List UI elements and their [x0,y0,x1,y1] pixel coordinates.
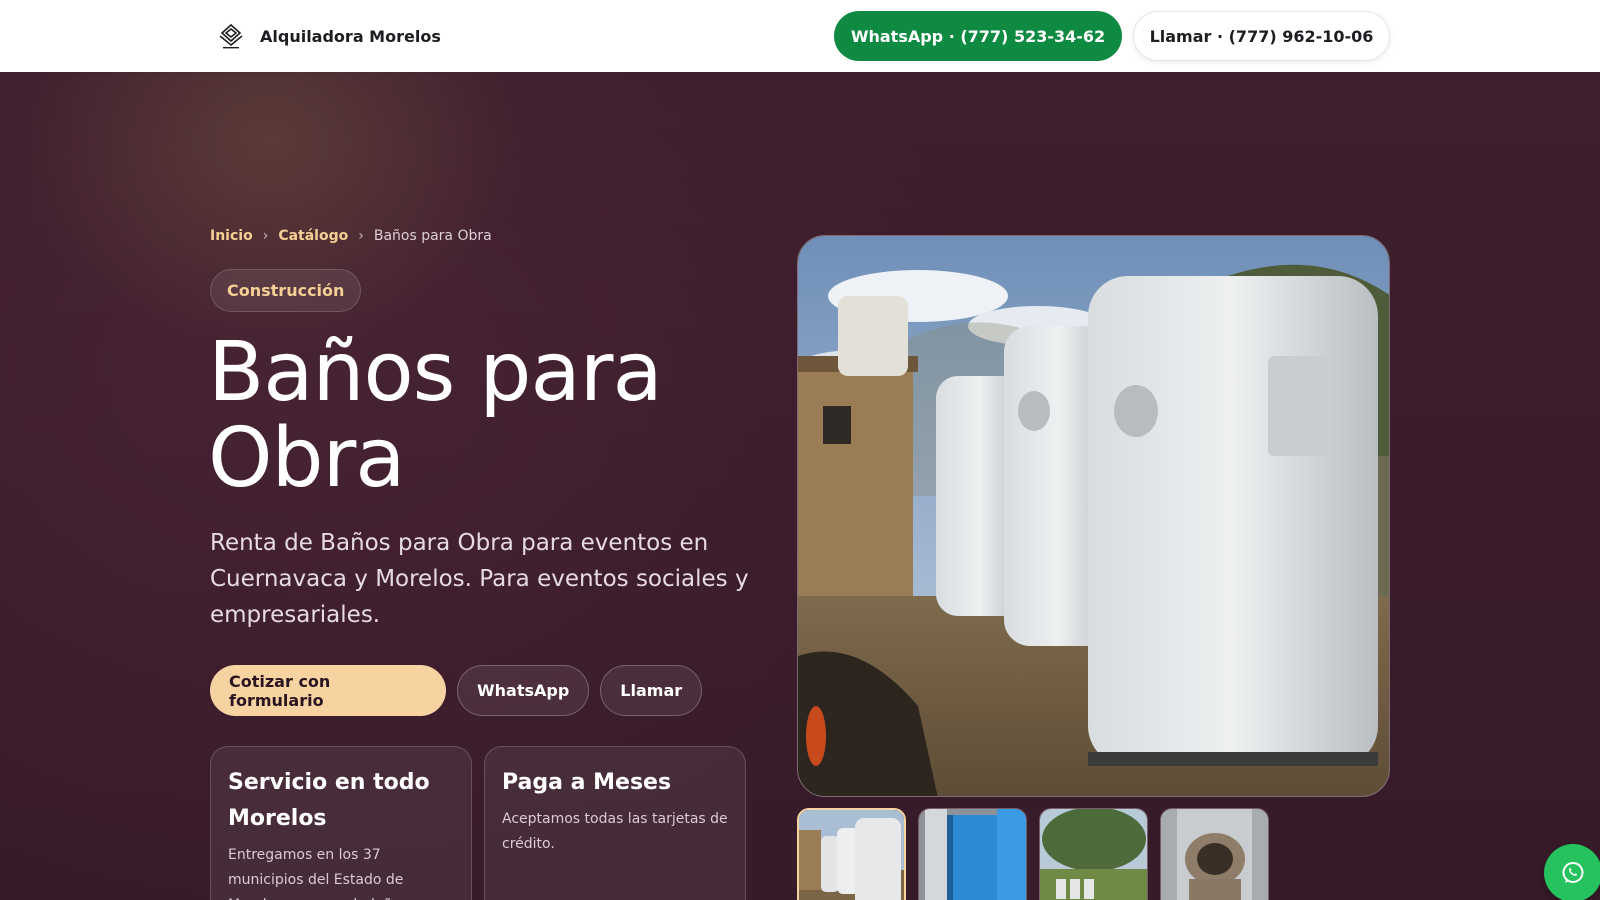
whatsapp-header-button[interactable]: WhatsApp · (777) 523-34-62 [834,11,1122,61]
whatsapp-floating-button[interactable] [1544,844,1600,900]
diamond-logo-icon [219,23,243,49]
quote-form-button[interactable]: Cotizar con formulario [210,665,446,716]
feature-card-coverage: Servicio en todo Morelos Entregamos en l… [210,746,472,900]
thumbnail-portable-toilets-row[interactable] [797,808,906,900]
call-button[interactable]: Llamar [600,665,703,716]
portable-toilets-photo [798,236,1389,796]
feature-card-text: Entregamos en los 37 municipios del Esta… [228,847,413,900]
feature-card-payment: Paga a Meses Aceptamos todas las tarjeta… [484,746,746,900]
thumbnail-image [1040,809,1147,900]
feature-card-title: Paga a Meses [502,770,672,795]
thumbnail-image [1161,809,1268,900]
thumbnail-blue-portable-toilet[interactable] [918,808,1027,900]
breadcrumb-separator: › [358,228,364,244]
whatsapp-button[interactable]: WhatsApp [457,665,590,716]
breadcrumb-separator: › [262,228,269,244]
hero-actions: Cotizar con formulario WhatsApp Llamar [210,665,703,716]
brand-name: Alquiladora Morelos [260,26,441,46]
thumbnail-gallery [797,808,1269,900]
call-header-button[interactable]: Llamar · (777) 962-10-06 [1133,11,1390,61]
product-main-image[interactable] [797,235,1390,797]
breadcrumb-home-link[interactable]: Inicio [210,228,253,244]
page-title: Baños para Obra [208,325,663,506]
thumbnail-toilets-outdoor-field[interactable] [1039,808,1148,900]
breadcrumb-catalog-link[interactable]: Catálogo [278,228,348,244]
breadcrumb-current: Baños para Obra [373,228,492,244]
brand[interactable]: Alquiladora Morelos [216,22,441,50]
category-tag: Construcción [210,269,362,312]
thumbnail-image [799,810,904,900]
whatsapp-icon [1562,862,1584,883]
feature-card-title: Servicio en todo Morelos [228,770,430,831]
breadcrumb: Inicio › Catálogo › Baños para Obra [210,228,492,244]
hero-description: Renta de Baños para Obra para eventos en… [210,530,749,628]
top-navbar: Alquiladora Morelos WhatsApp · (777) 523… [0,0,1600,72]
thumbnail-image [919,809,1026,900]
feature-card-text: Aceptamos todas las tarjetas de crédito. [502,811,728,852]
thumbnail-toilet-interior[interactable] [1160,808,1269,900]
